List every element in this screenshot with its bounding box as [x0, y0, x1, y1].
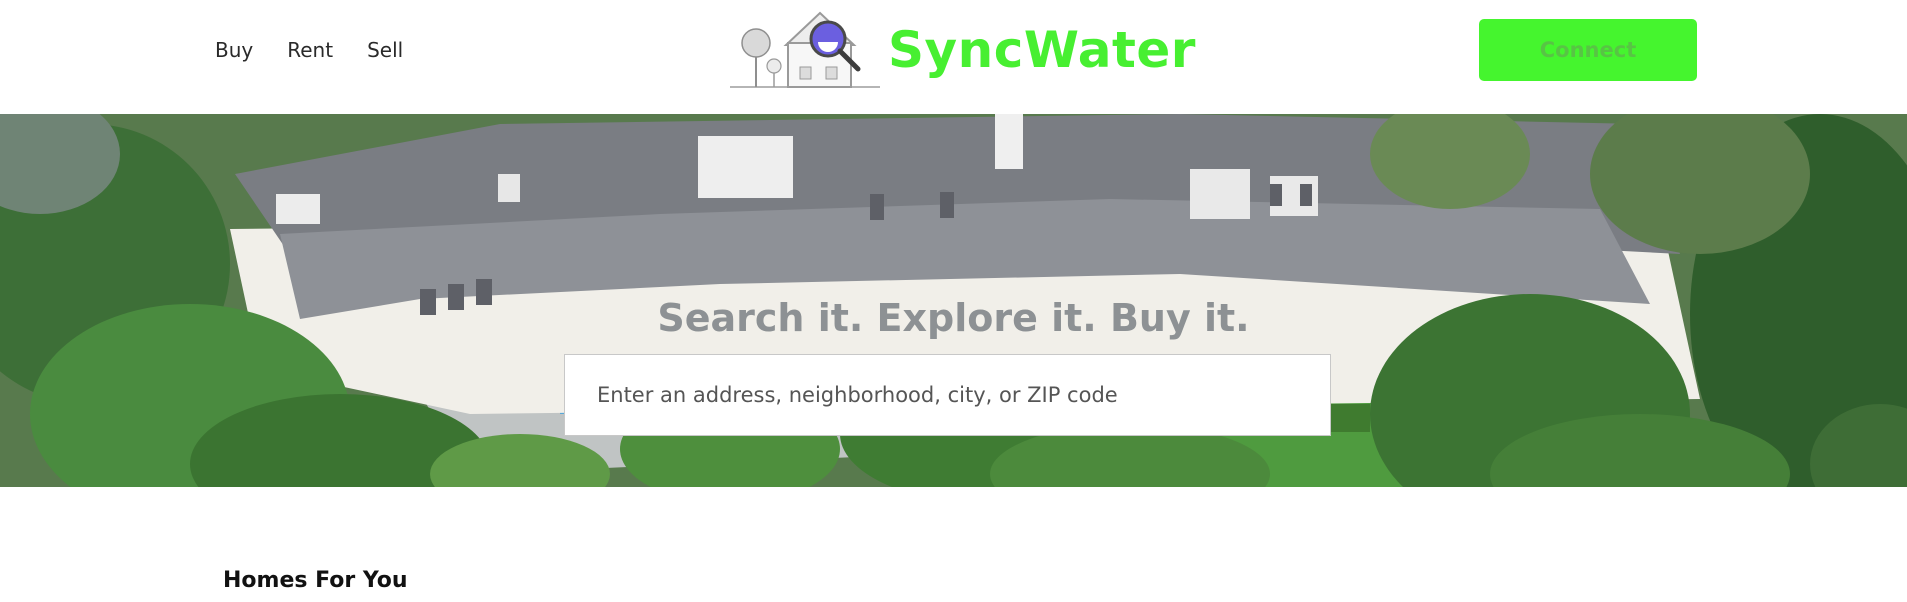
address-search-input[interactable]	[564, 354, 1331, 436]
nav-buy-link[interactable]: Buy	[215, 38, 253, 62]
site-header: Buy Rent Sell SyncWater Connect	[0, 0, 1907, 114]
hero-banner: Search it. Explore it. Buy it.	[0, 114, 1907, 487]
main-nav: Buy Rent Sell	[215, 38, 403, 62]
hero-headline: Search it. Explore it. Buy it.	[657, 296, 1250, 340]
nav-sell-link[interactable]: Sell	[367, 38, 403, 62]
nav-rent-link[interactable]: Rent	[287, 38, 333, 62]
brand-logo[interactable]: SyncWater	[730, 9, 1196, 91]
brand-name: SyncWater	[888, 21, 1196, 79]
house-magnifier-icon	[730, 11, 880, 88]
connect-button[interactable]: Connect	[1479, 19, 1697, 81]
homes-for-you-heading: Homes For You	[223, 568, 408, 594]
